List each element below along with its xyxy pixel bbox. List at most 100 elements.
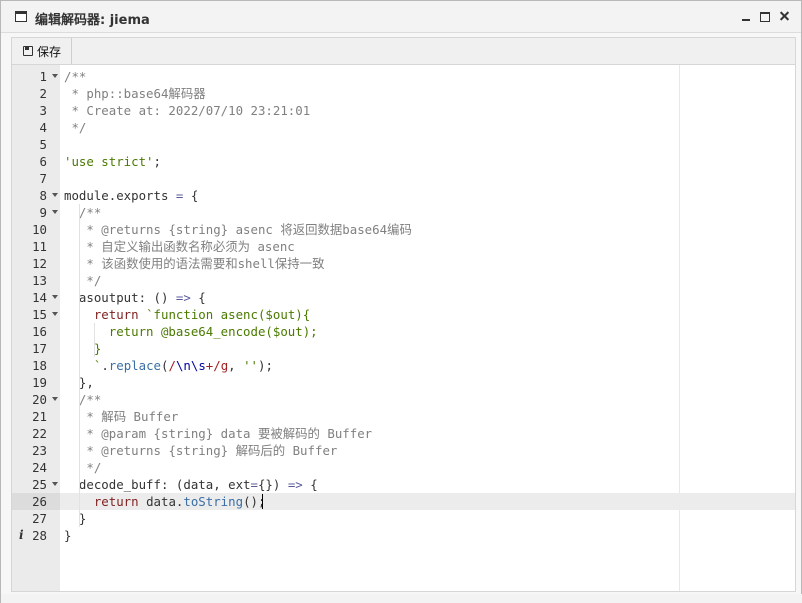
code-text: * 解码 Buffer bbox=[64, 408, 178, 425]
line-number: 2 bbox=[39, 86, 47, 101]
code-text: * Create at: 2022/07/10 23:21:01 bbox=[64, 102, 310, 119]
code-line[interactable]: 25 decode_buff: (data, ext={}) => { bbox=[12, 476, 795, 493]
editor-window: 编辑解码器: jiema 保存 1/** 2 * php::base64解码器 3 … bbox=[0, 0, 802, 603]
title-bar: 编辑解码器: jiema bbox=[1, 1, 801, 33]
code-line[interactable]: 17 } bbox=[12, 340, 795, 357]
code-token: \n\s bbox=[175, 358, 206, 373]
indent-guide bbox=[79, 221, 80, 238]
code-line[interactable]: 28 i} bbox=[12, 527, 795, 544]
line-number: 24 bbox=[32, 460, 47, 475]
code-line[interactable]: 14 asoutput: () => { bbox=[12, 289, 795, 306]
code-line[interactable]: 16 return @base64_encode($out); bbox=[12, 323, 795, 340]
code-text: */ bbox=[64, 459, 101, 476]
fold-toggle-icon[interactable] bbox=[52, 312, 58, 316]
code-text: `.replace(/\n\s+/g, ''); bbox=[64, 357, 273, 374]
code-line[interactable]: 22 * @param {string} data 要被解码的 Buffer bbox=[12, 425, 795, 442]
code-line[interactable]: 15 return `function asenc($out){ bbox=[12, 306, 795, 323]
code-text: return data.toString(); bbox=[64, 493, 266, 510]
code-text: * php::base64解码器 bbox=[64, 85, 205, 102]
code-line[interactable]: 23 * @returns {string} 解码后的 Buffer bbox=[12, 442, 795, 459]
close-icon[interactable] bbox=[778, 9, 791, 23]
code-line[interactable]: 21 * 解码 Buffer bbox=[12, 408, 795, 425]
indent-guide bbox=[79, 272, 80, 289]
code-line[interactable]: 18 `.replace(/\n\s+/g, ''); bbox=[12, 357, 795, 374]
code-line[interactable]: 19 }, bbox=[12, 374, 795, 391]
indent-guide bbox=[79, 340, 80, 357]
indent-guide bbox=[94, 323, 95, 340]
code-line[interactable]: 4 */ bbox=[12, 119, 795, 136]
line-number: 10 bbox=[32, 222, 47, 237]
indent-guide bbox=[79, 493, 80, 510]
code-token: /** bbox=[64, 69, 87, 84]
code-line[interactable]: 13 */ bbox=[12, 272, 795, 289]
code-token: decode_buff: (data, ext bbox=[64, 477, 251, 492]
code-token: +/g bbox=[205, 358, 229, 373]
code-line[interactable]: 10 * @returns {string} asenc 将返回数据base64… bbox=[12, 221, 795, 238]
fold-toggle-icon[interactable] bbox=[52, 295, 58, 299]
toolbar: 保存 bbox=[11, 37, 796, 64]
code-text: * 该函数使用的语法需要和shell保持一致 bbox=[64, 255, 324, 272]
indent-guide bbox=[79, 255, 80, 272]
code-token: module.exports bbox=[64, 188, 176, 203]
indent-guide bbox=[79, 238, 80, 255]
code-text: return `function asenc($out){ bbox=[64, 306, 310, 323]
code-token: 'use strict' bbox=[64, 154, 154, 169]
code-text: * @returns {string} asenc 将返回数据base64编码 bbox=[64, 221, 411, 238]
code-line[interactable]: 5 bbox=[12, 136, 795, 153]
line-number: 6 bbox=[39, 154, 47, 169]
maximize-icon[interactable] bbox=[759, 9, 772, 23]
code-lines[interactable]: 1/** 2 * php::base64解码器 3 * Create at: 202… bbox=[12, 68, 795, 544]
info-icon[interactable]: i bbox=[19, 527, 24, 544]
fold-toggle-icon[interactable] bbox=[52, 210, 58, 214]
save-icon bbox=[23, 46, 33, 56]
line-number: 22 bbox=[32, 426, 47, 441]
code-token: return bbox=[93, 494, 139, 509]
horizontal-scrollbar[interactable] bbox=[1, 594, 802, 603]
code-text: /** bbox=[64, 204, 101, 221]
line-number: 13 bbox=[32, 273, 47, 288]
code-text: */ bbox=[64, 119, 86, 136]
fold-toggle-icon[interactable] bbox=[52, 397, 58, 401]
code-token: `function asenc($out){ bbox=[146, 307, 311, 322]
code-line[interactable]: 20 /** bbox=[12, 391, 795, 408]
code-token: return @base64_encode($out); bbox=[64, 324, 318, 339]
code-token: => bbox=[287, 477, 303, 492]
indent-guide bbox=[79, 476, 80, 493]
line-number: 7 bbox=[39, 171, 47, 186]
code-line[interactable]: 11 * 自定义输出函数名称必须为 asenc bbox=[12, 238, 795, 255]
code-line[interactable]: 27 } bbox=[12, 510, 795, 527]
indent-guide bbox=[94, 340, 95, 357]
fold-toggle-icon[interactable] bbox=[52, 482, 58, 486]
code-line[interactable]: 7 bbox=[12, 170, 795, 187]
line-number: 3 bbox=[39, 103, 47, 118]
code-token: ); bbox=[258, 358, 273, 373]
save-button[interactable]: 保存 bbox=[12, 38, 73, 64]
line-number: 11 bbox=[32, 239, 47, 254]
code-token: * 解码 Buffer bbox=[78, 409, 179, 424]
line-number: 18 bbox=[32, 358, 47, 373]
code-line[interactable]: 1/** bbox=[12, 68, 795, 85]
fold-toggle-icon[interactable] bbox=[52, 74, 58, 78]
code-token: } bbox=[64, 511, 87, 526]
code-token: data. bbox=[138, 494, 184, 509]
code-line[interactable]: 2 * php::base64解码器 bbox=[12, 85, 795, 102]
code-line[interactable]: 3 * Create at: 2022/07/10 23:21:01 bbox=[12, 102, 795, 119]
window-title: 编辑解码器: jiema bbox=[35, 13, 150, 28]
code-line[interactable]: 24 */ bbox=[12, 459, 795, 476]
code-token: ` bbox=[64, 358, 102, 373]
code-line[interactable]: 8 module.exports = { bbox=[12, 187, 795, 204]
code-line[interactable]: 26 return data.toString(); bbox=[12, 493, 795, 510]
code-token: * 自定义输出函数名称必须为 asenc bbox=[78, 239, 295, 254]
code-line[interactable]: 12 * 该函数使用的语法需要和shell保持一致 bbox=[12, 255, 795, 272]
indent-guide bbox=[79, 374, 80, 391]
fold-toggle-icon[interactable] bbox=[52, 193, 58, 197]
minimize-icon[interactable] bbox=[740, 9, 753, 23]
code-line[interactable]: 6 'use strict'; bbox=[12, 153, 795, 170]
code-editor[interactable]: 1/** 2 * php::base64解码器 3 * Create at: 202… bbox=[11, 64, 796, 592]
code-text: } bbox=[64, 510, 86, 527]
code-line[interactable]: 9 /** bbox=[12, 204, 795, 221]
code-text: } bbox=[64, 527, 71, 544]
